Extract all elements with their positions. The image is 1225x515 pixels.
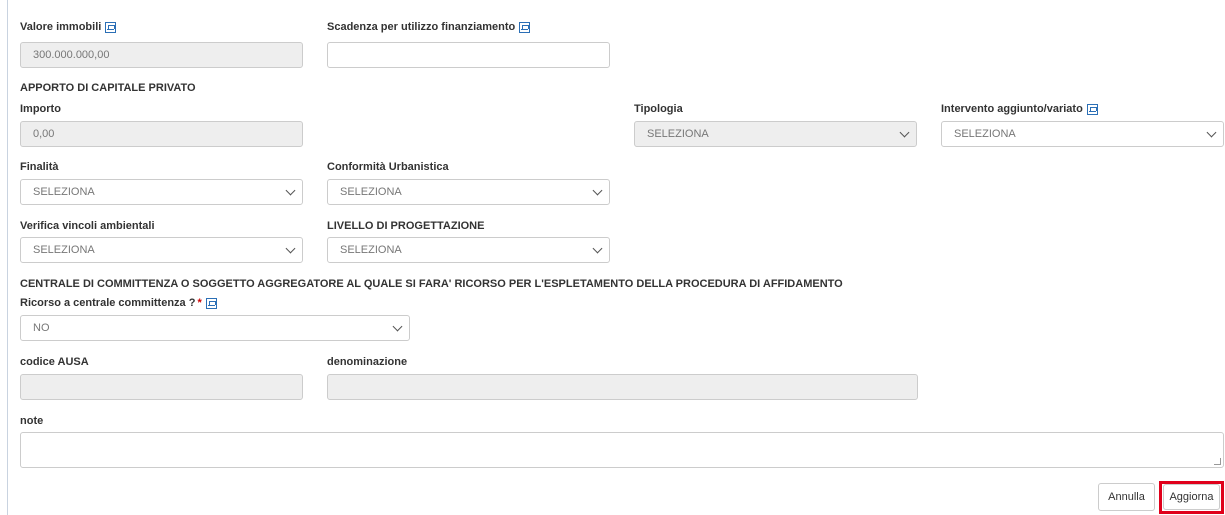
finalita-value: SELEZIONA — [33, 186, 95, 198]
importo-value: 0,00 — [33, 128, 55, 140]
scadenza-label-text: Scadenza per utilizzo finanziamento — [327, 21, 516, 33]
denominazione-label: denominazione — [327, 356, 408, 368]
info-icon[interactable] — [1086, 103, 1098, 115]
tipologia-select[interactable]: SELEZIONA — [634, 121, 917, 147]
required-mark: * — [197, 297, 202, 309]
chevron-down-icon — [285, 243, 296, 254]
chevron-down-icon — [1206, 127, 1217, 138]
chevron-down-icon — [592, 243, 603, 254]
codice-ausa-field[interactable] — [20, 374, 303, 400]
livello-select[interactable]: SELEZIONA — [327, 237, 610, 263]
chevron-down-icon — [899, 127, 910, 138]
valore-immobili-value: 300.000.000,00 — [33, 49, 110, 61]
tipologia-label: Tipologia — [634, 103, 683, 115]
finalita-label: Finalità — [20, 161, 59, 173]
apporto-section-title: APPORTO DI CAPITALE PRIVATO — [20, 82, 196, 94]
codice-ausa-label: codice AUSA — [20, 356, 89, 368]
ricorso-value: NO — [33, 322, 50, 334]
importo-field[interactable]: 0,00 — [20, 121, 303, 147]
info-icon[interactable] — [205, 297, 217, 309]
centrale-section-title: CENTRALE DI COMMITTENZA O SOGGETTO AGGRE… — [20, 278, 843, 290]
chevron-down-icon — [392, 321, 403, 332]
valore-immobili-field[interactable]: 300.000.000,00 — [20, 42, 303, 68]
chevron-down-icon — [592, 185, 603, 196]
intervento-select[interactable]: SELEZIONA — [941, 121, 1224, 147]
verifica-label: Verifica vincoli ambientali — [20, 220, 155, 232]
verifica-select[interactable]: SELEZIONA — [20, 237, 303, 263]
tipologia-value: SELEZIONA — [647, 128, 709, 140]
livello-label: LIVELLO DI PROGETTAZIONE — [327, 220, 485, 232]
conformita-select[interactable]: SELEZIONA — [327, 179, 610, 205]
info-icon[interactable] — [105, 21, 117, 33]
intervento-label-text: Intervento aggiunto/variato — [941, 103, 1083, 115]
info-icon[interactable] — [519, 21, 531, 33]
finalita-select[interactable]: SELEZIONA — [20, 179, 303, 205]
conformita-label: Conformità Urbanistica — [327, 161, 449, 173]
ricorso-select[interactable]: NO — [20, 315, 410, 341]
chevron-down-icon — [285, 185, 296, 196]
ricorso-label-text: Ricorso a centrale committenza ? — [20, 297, 196, 309]
aggiorna-button[interactable]: Aggiorna — [1163, 484, 1220, 510]
intervento-value: SELEZIONA — [954, 128, 1016, 140]
valore-immobili-label: Valore immobili — [20, 21, 117, 33]
left-border-line — [7, 0, 8, 515]
note-textarea[interactable] — [20, 432, 1224, 468]
importo-label: Importo — [20, 103, 61, 115]
scadenza-label: Scadenza per utilizzo finanziamento — [327, 21, 531, 33]
intervento-label: Intervento aggiunto/variato — [941, 103, 1098, 115]
conformita-value: SELEZIONA — [340, 186, 402, 198]
valore-immobili-label-text: Valore immobili — [20, 21, 102, 33]
scadenza-field[interactable] — [327, 42, 610, 68]
annulla-button[interactable]: Annulla — [1098, 483, 1155, 511]
resize-grip-icon[interactable] — [1214, 458, 1221, 465]
ricorso-label: Ricorso a centrale committenza ? * — [20, 297, 217, 309]
verifica-value: SELEZIONA — [33, 244, 95, 256]
note-label: note — [20, 415, 44, 427]
denominazione-field[interactable] — [327, 374, 918, 400]
livello-value: SELEZIONA — [340, 244, 402, 256]
